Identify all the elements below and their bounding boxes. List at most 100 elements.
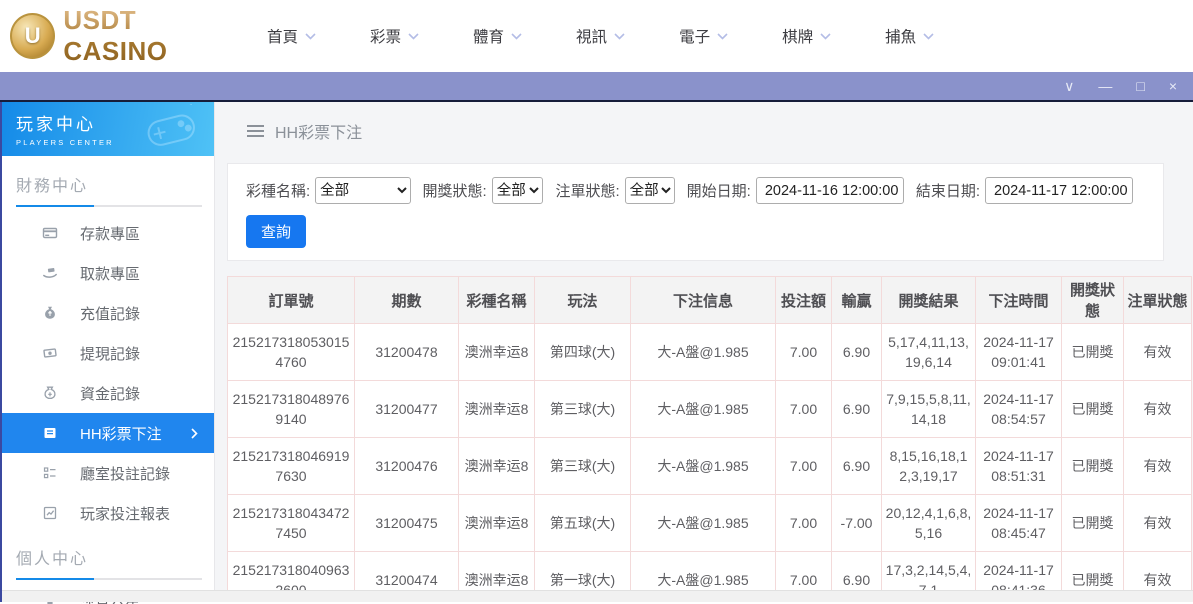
sidebar-item-recharge-records[interactable]: 充值記錄 xyxy=(2,293,214,333)
col-bet-time: 下注時間 xyxy=(975,276,1062,324)
cell-bet-time: 2024-11-17 08:51:31 xyxy=(975,437,1062,495)
chevron-down-icon xyxy=(511,32,522,40)
chevron-down-icon xyxy=(820,32,831,40)
cell-bet-amount: 7.00 xyxy=(775,380,832,438)
col-order-status: 注單狀態 xyxy=(1123,276,1192,324)
cell-order-no: 2152173180530154760 xyxy=(227,323,355,381)
cell-play-type: 第五球(大) xyxy=(534,494,631,552)
cell-bet-info: 大-A盤@1.985 xyxy=(630,323,776,381)
cell-period: 31200475 xyxy=(354,494,459,552)
cell-bet-info: 大-A盤@1.985 xyxy=(630,494,776,552)
col-order-no: 訂單號 xyxy=(227,276,355,324)
order-status-label: 注單狀態: xyxy=(555,183,620,200)
nav-item-video[interactable]: 視訊 xyxy=(576,25,625,47)
order-status-select[interactable]: 全部 xyxy=(624,177,675,204)
sidebar-item-hall-bet-records[interactable]: 廳室投註記錄 xyxy=(2,453,214,493)
window-minimize-icon[interactable]: — xyxy=(1098,79,1112,93)
cell-period: 31200476 xyxy=(354,437,459,495)
window-collapse-icon[interactable]: ∨ xyxy=(1064,79,1074,93)
col-play-type: 玩法 xyxy=(534,276,631,324)
col-bet-info: 下注信息 xyxy=(630,276,776,324)
table-row: 2152173180469197630 31200476 澳洲幸运8 第三球(大… xyxy=(227,437,1192,495)
draw-status-select[interactable]: 全部 xyxy=(491,177,544,204)
nav-item-label: 電子 xyxy=(679,29,711,46)
sidebar-item-funds-records[interactable]: 資金記錄 xyxy=(2,373,214,413)
cell-order-status: 有效 xyxy=(1123,380,1192,438)
col-win-loss: 輸贏 xyxy=(831,276,882,324)
app-frame: 玩家中心 PLAYERS CENTER 財務中心 存款專區 取款專區 充值記錄 … xyxy=(0,102,1193,604)
window-titlebar: ∨ — □ × xyxy=(0,72,1193,102)
search-button[interactable]: 查詢 xyxy=(246,215,307,248)
nav-item-cards[interactable]: 棋牌 xyxy=(782,25,831,47)
cell-play-type: 第三球(大) xyxy=(534,380,631,438)
money-bag-icon xyxy=(45,306,55,319)
cell-order-no: 2152173180489769140 xyxy=(227,380,355,438)
site-navbar: U USDT CASINO 首頁 彩票 體育 視訊 電子 棋牌 捕魚 xyxy=(0,0,1193,72)
cell-bet-amount: 7.00 xyxy=(775,494,832,552)
table-row: 2152173180489769140 31200477 澳洲幸运8 第三球(大… xyxy=(227,380,1192,438)
horizontal-scrollbar[interactable] xyxy=(2,590,1193,602)
nav-item-fishing[interactable]: 捕魚 xyxy=(885,25,934,47)
window-maximize-icon[interactable]: □ xyxy=(1136,79,1144,93)
nav-item-slots[interactable]: 電子 xyxy=(679,25,728,47)
col-lottery-name: 彩種名稱 xyxy=(458,276,535,324)
banknotes-icon xyxy=(43,348,57,358)
hamburger-menu-icon[interactable] xyxy=(247,124,264,137)
cell-draw-result: 7,9,15,5,8,11,14,18 xyxy=(881,380,976,438)
cell-draw-result: 8,15,16,18,12,3,19,17 xyxy=(881,437,976,495)
site-logo[interactable]: U USDT CASINO xyxy=(10,5,245,67)
cell-draw-result: 20,12,4,1,6,8,5,16 xyxy=(881,494,976,552)
window-close-icon[interactable]: × xyxy=(1169,79,1177,93)
cell-win-loss: 6.90 xyxy=(831,323,882,381)
sidebar-item-withdrawal-records[interactable]: 提現記錄 xyxy=(2,333,214,373)
nav-item-label: 視訊 xyxy=(576,29,608,46)
sidebar-item-label: 充值記錄 xyxy=(80,305,141,323)
start-date-input[interactable] xyxy=(755,177,904,204)
chevron-down-icon xyxy=(717,32,728,40)
lottery-name-select[interactable]: 全部 xyxy=(315,177,411,204)
chevron-down-icon xyxy=(408,32,419,40)
col-period: 期數 xyxy=(354,276,459,324)
cell-draw-status: 已開獎 xyxy=(1061,437,1124,495)
sidebar-item-player-bet-report[interactable]: 玩家投注報表 xyxy=(2,493,214,533)
sidebar-item-deposit[interactable]: 存款專區 xyxy=(2,213,214,253)
cell-lottery-name: 澳洲幸运8 xyxy=(458,437,535,495)
cell-bet-info: 大-A盤@1.985 xyxy=(630,380,776,438)
cell-lottery-name: 澳洲幸运8 xyxy=(458,494,535,552)
report-chart-icon xyxy=(43,506,57,520)
sidebar: 玩家中心 PLAYERS CENTER 財務中心 存款專區 取款專區 充值記錄 … xyxy=(2,102,215,604)
chevron-right-icon xyxy=(191,427,198,439)
nav-item-sports[interactable]: 體育 xyxy=(473,25,522,47)
start-date-label: 開始日期: xyxy=(686,183,751,200)
sidebar-item-label: 存款專區 xyxy=(80,225,141,243)
hand-money-icon xyxy=(43,268,57,278)
cell-lottery-name: 澳洲幸运8 xyxy=(458,380,535,438)
logo-text: USDT CASINO xyxy=(63,5,245,67)
gamepad-icon xyxy=(147,104,200,146)
cell-period: 31200478 xyxy=(354,323,459,381)
cell-play-type: 第三球(大) xyxy=(534,437,631,495)
nav-item-lottery[interactable]: 彩票 xyxy=(370,25,419,47)
logo-badge-icon: U xyxy=(10,13,56,59)
lottery-ticket-icon xyxy=(44,428,56,438)
cell-lottery-name: 澳洲幸运8 xyxy=(458,323,535,381)
cell-bet-amount: 7.00 xyxy=(775,437,832,495)
cell-win-loss: 6.90 xyxy=(831,437,882,495)
cell-order-status: 有效 xyxy=(1123,323,1192,381)
main-menu: 首頁 彩票 體育 視訊 電子 棋牌 捕魚 xyxy=(267,25,934,47)
nav-item-label: 彩票 xyxy=(370,29,402,46)
nav-item-home[interactable]: 首頁 xyxy=(267,25,316,47)
sidebar-item-label: 取款專區 xyxy=(80,265,141,283)
sidebar-item-hh-lottery-bets[interactable]: HH彩票下注 xyxy=(2,413,214,453)
cell-bet-time: 2024-11-17 08:54:57 xyxy=(975,380,1062,438)
sidebar-item-label: 玩家投注報表 xyxy=(80,505,171,523)
cell-bet-amount: 7.00 xyxy=(775,323,832,381)
end-date-label: 結束日期: xyxy=(915,183,980,200)
cell-win-loss: -7.00 xyxy=(831,494,882,552)
sidebar-item-withdraw[interactable]: 取款專區 xyxy=(2,253,214,293)
sidebar-item-label: 廳室投註記錄 xyxy=(80,465,171,483)
draw-status-label: 開獎狀態: xyxy=(422,183,487,200)
cell-draw-status: 已開獎 xyxy=(1061,494,1124,552)
sidebar-item-label: 提現記錄 xyxy=(80,345,141,363)
end-date-input[interactable] xyxy=(985,177,1133,204)
